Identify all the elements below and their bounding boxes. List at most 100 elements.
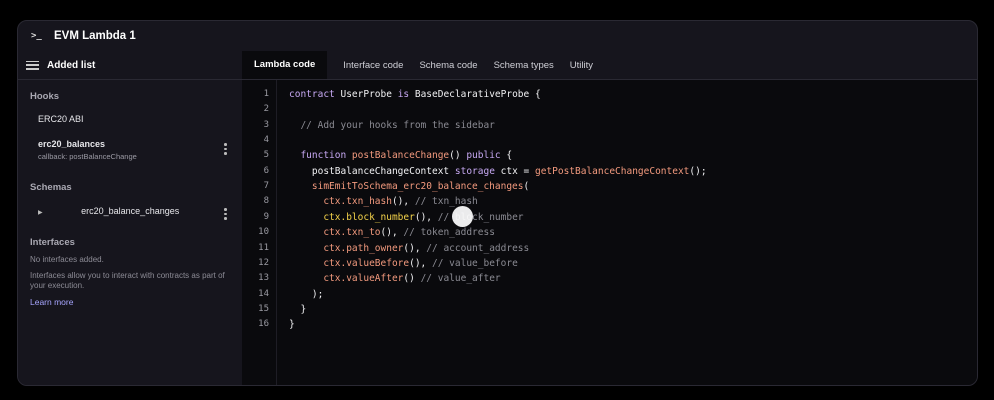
line-number: 2 <box>263 104 269 115</box>
code-token: } <box>289 303 307 315</box>
line-number: 14 <box>258 288 269 299</box>
tab-lambda-code[interactable]: Lambda code <box>242 51 328 79</box>
code-line: ctx.path_owner(), // account_address <box>289 243 529 258</box>
code-token: ctx.valueAfter <box>289 273 404 285</box>
code-token: ); <box>289 288 324 300</box>
title-bar: >_ EVM Lambda 1 <box>18 21 977 52</box>
code-token: ctx = <box>494 165 535 177</box>
code-token: (), <box>391 196 415 208</box>
hooks-heading: Hooks <box>30 91 60 102</box>
sidebar-title: Added list <box>47 59 96 71</box>
code-token: ctx.txn_to <box>289 227 381 239</box>
line-number: 5 <box>263 150 269 161</box>
hook-item-erc20-balances[interactable]: erc20_balances callback: postBalanceChan… <box>38 139 230 161</box>
tab-schema-types[interactable]: Schema types <box>494 60 554 71</box>
window-title: EVM Lambda 1 <box>54 30 136 42</box>
code-token: postBalanceChange <box>351 150 450 162</box>
code-line: simEmitToSchema_erc20_balance_changes( <box>289 181 529 196</box>
code-token: (), <box>403 242 427 254</box>
sidebar-header: Added list <box>18 51 242 80</box>
code-token: // block_number <box>437 211 524 223</box>
interfaces-help: Interfaces allow you to interact with co… <box>30 271 225 290</box>
sidebar: Added list Hooks ERC20 ABI erc20_balance… <box>18 51 243 385</box>
code-token: public <box>466 150 501 162</box>
code-line: ctx.valueBefore(), // value_before <box>289 257 518 273</box>
line-number: 7 <box>263 181 269 192</box>
code-token: ctx.valueBefore <box>289 257 410 269</box>
code-token: postBalanceChangeContext <box>289 165 455 177</box>
expand-arrow-icon[interactable]: ▶ <box>38 210 43 216</box>
code-token: () <box>449 150 467 162</box>
tab-interface-code[interactable]: Interface code <box>343 60 403 71</box>
tab-schema-code[interactable]: Schema code <box>419 60 477 71</box>
code-token: // Add your hooks from the sidebar <box>289 119 495 131</box>
code-token: // account_address <box>426 242 530 254</box>
editor-pane: Lambda code Interface code Schema code S… <box>242 51 977 385</box>
code-token: function <box>289 150 352 162</box>
line-number: 12 <box>258 257 269 268</box>
code-line: ctx.block_number(), // block_number <box>289 211 524 227</box>
code-token: (), <box>380 227 404 239</box>
code-token: ( <box>523 181 530 193</box>
code-token: contract <box>289 89 335 100</box>
code-line: ctx.txn_hash(), // txn_hash <box>289 196 478 211</box>
line-number: 16 <box>258 319 269 330</box>
code-token: // token_address <box>403 227 495 239</box>
code-token: ctx.block_number <box>289 211 415 223</box>
code-token: UserProbe <box>334 89 398 100</box>
hook-callback: callback: postBalanceChange <box>38 152 137 161</box>
hook-item-erc20-abi[interactable]: ERC20 ABI <box>38 114 238 124</box>
line-number: 11 <box>258 242 269 253</box>
code-token: // txn_hash <box>414 196 478 208</box>
more-options-icon[interactable] <box>224 143 227 155</box>
interfaces-empty: No interfaces added. <box>30 255 104 264</box>
code-line: contract UserProbe is BaseDeclarativePro… <box>289 89 541 104</box>
schemas-heading: Schemas <box>30 182 72 193</box>
code-token: (), <box>409 257 432 269</box>
code-token: getPostBalanceChangeContext <box>534 165 690 177</box>
line-number: 3 <box>263 119 269 130</box>
code-token: } <box>289 319 295 331</box>
lambda-window: >_ EVM Lambda 1 Added list Hooks ERC20 A… <box>17 20 978 386</box>
interfaces-heading: Interfaces <box>30 237 75 248</box>
line-number: 1 <box>263 89 269 99</box>
line-number: 15 <box>258 303 269 314</box>
code-token: { <box>500 150 513 162</box>
code-line: postBalanceChangeContext storage ctx = g… <box>289 166 707 181</box>
code-token: is <box>397 89 410 100</box>
hook-label: ERC20 ABI <box>38 114 84 124</box>
code-line: } <box>289 304 306 319</box>
learn-more-link[interactable]: Learn more <box>30 297 73 307</box>
schema-label: erc20_balance_changes <box>81 206 180 216</box>
code-token: () <box>403 273 421 285</box>
tab-bar: Lambda code Interface code Schema code S… <box>242 51 977 80</box>
code-editor[interactable]: contract UserProbe is BaseDeclarativePro… <box>289 80 977 385</box>
line-number: 4 <box>263 135 269 146</box>
line-number: 6 <box>263 165 269 176</box>
tab-utility[interactable]: Utility <box>570 60 593 71</box>
line-number: 9 <box>263 211 269 222</box>
code-line: function postBalanceChange() public { <box>289 150 512 165</box>
line-number: 8 <box>263 196 269 207</box>
code-token: // value_after <box>420 273 501 285</box>
line-number: 13 <box>258 273 269 284</box>
code-token: // value_before <box>432 257 518 269</box>
code-token: ctx.txn_hash <box>289 196 392 208</box>
mouse-cursor <box>452 206 473 227</box>
line-number: 10 <box>258 227 269 238</box>
hook-label: erc20_balances <box>38 139 106 149</box>
more-options-icon[interactable] <box>224 208 227 220</box>
schema-item[interactable]: ▶ erc20_balance_changes <box>38 206 230 220</box>
terminal-icon: >_ <box>31 31 42 41</box>
code-token: BaseDeclarativeProbe { <box>409 89 541 100</box>
code-line: ); <box>289 289 323 304</box>
code-token: (), <box>414 211 438 223</box>
code-line: } <box>289 319 295 334</box>
code-line: // Add your hooks from the sidebar <box>289 119 495 135</box>
code-token: simEmitToSchema_erc20_balance_changes <box>289 181 524 193</box>
line-number-gutter: 1 2 3 4 5 6 7 8 9 10 11 12 13 14 15 16 <box>242 80 277 385</box>
code-token: ctx.path_owner <box>289 242 404 254</box>
menu-icon[interactable] <box>26 60 39 70</box>
code-line: ctx.txn_to(), // token_address <box>289 227 495 242</box>
code-token: (); <box>689 165 707 177</box>
